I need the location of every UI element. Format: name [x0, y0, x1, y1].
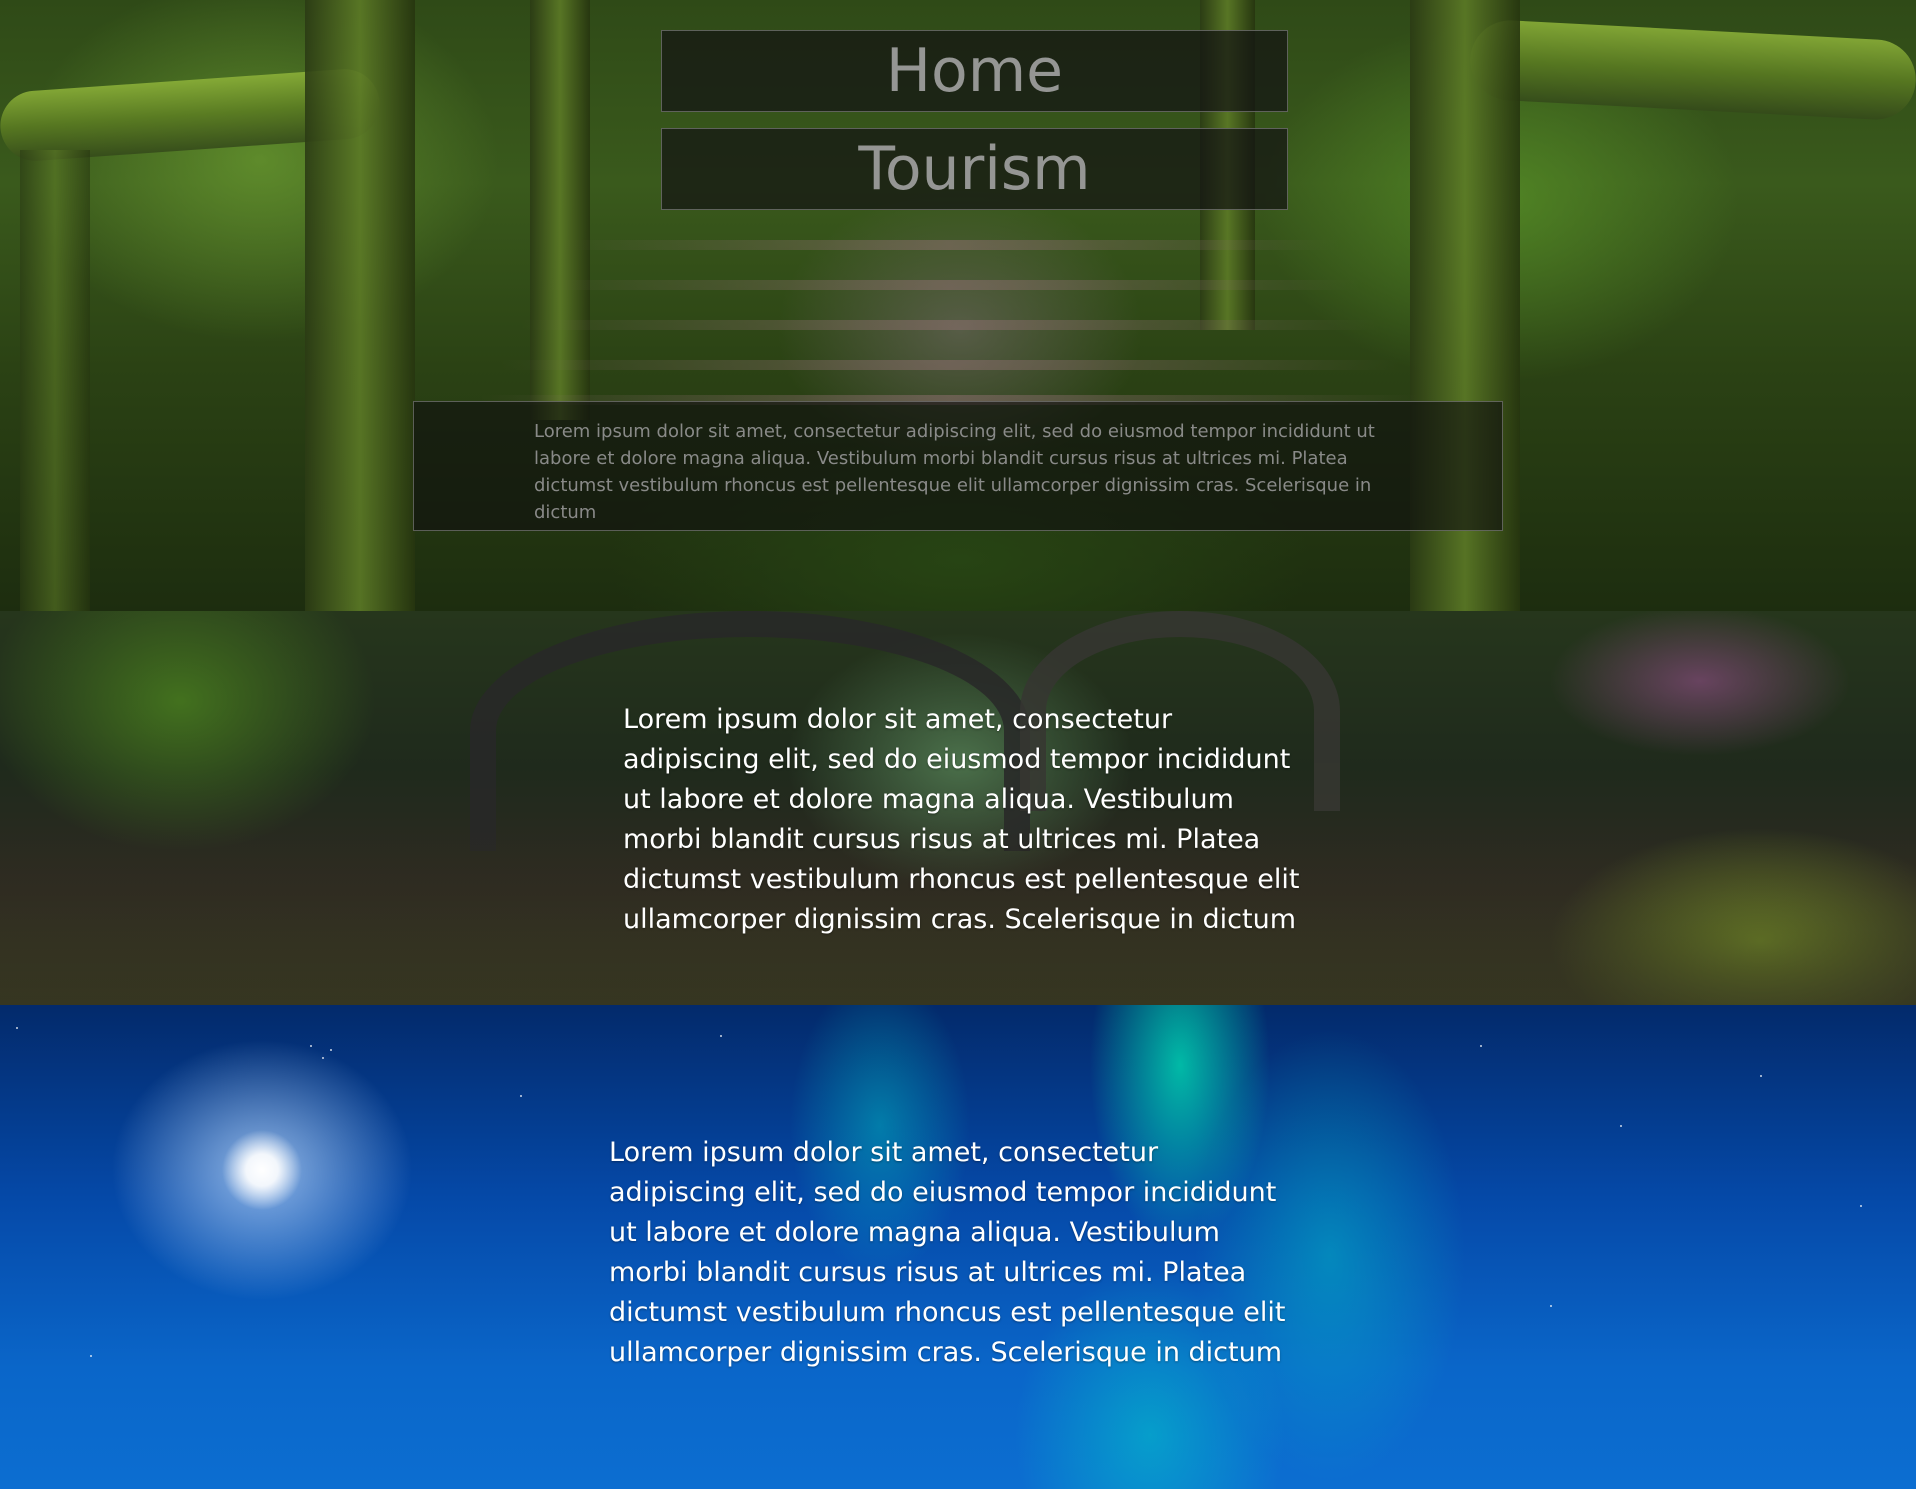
aurora-paragraph: Lorem ipsum dolor sit amet, consectetur … [609, 1137, 1286, 1368]
intro-paragraph: Lorem ipsum dolor sit amet, consectetur … [534, 421, 1375, 523]
river-section: Lorem ipsum dolor sit amet, consectetur … [0, 611, 1916, 1005]
nav-tourism-button[interactable]: Tourism [661, 128, 1288, 210]
nav-tourism-label: Tourism [858, 134, 1091, 204]
hero-section: Home Tourism Lorem ipsum dolor sit amet,… [0, 0, 1916, 611]
intro-text-box: Lorem ipsum dolor sit amet, consectetur … [413, 401, 1503, 531]
nav-home-button[interactable]: Home [661, 30, 1288, 112]
river-paragraph: Lorem ipsum dolor sit amet, consectetur … [623, 704, 1300, 935]
nav-home-label: Home [885, 36, 1064, 106]
aurora-section: Lorem ipsum dolor sit amet, consectetur … [0, 1005, 1916, 1489]
